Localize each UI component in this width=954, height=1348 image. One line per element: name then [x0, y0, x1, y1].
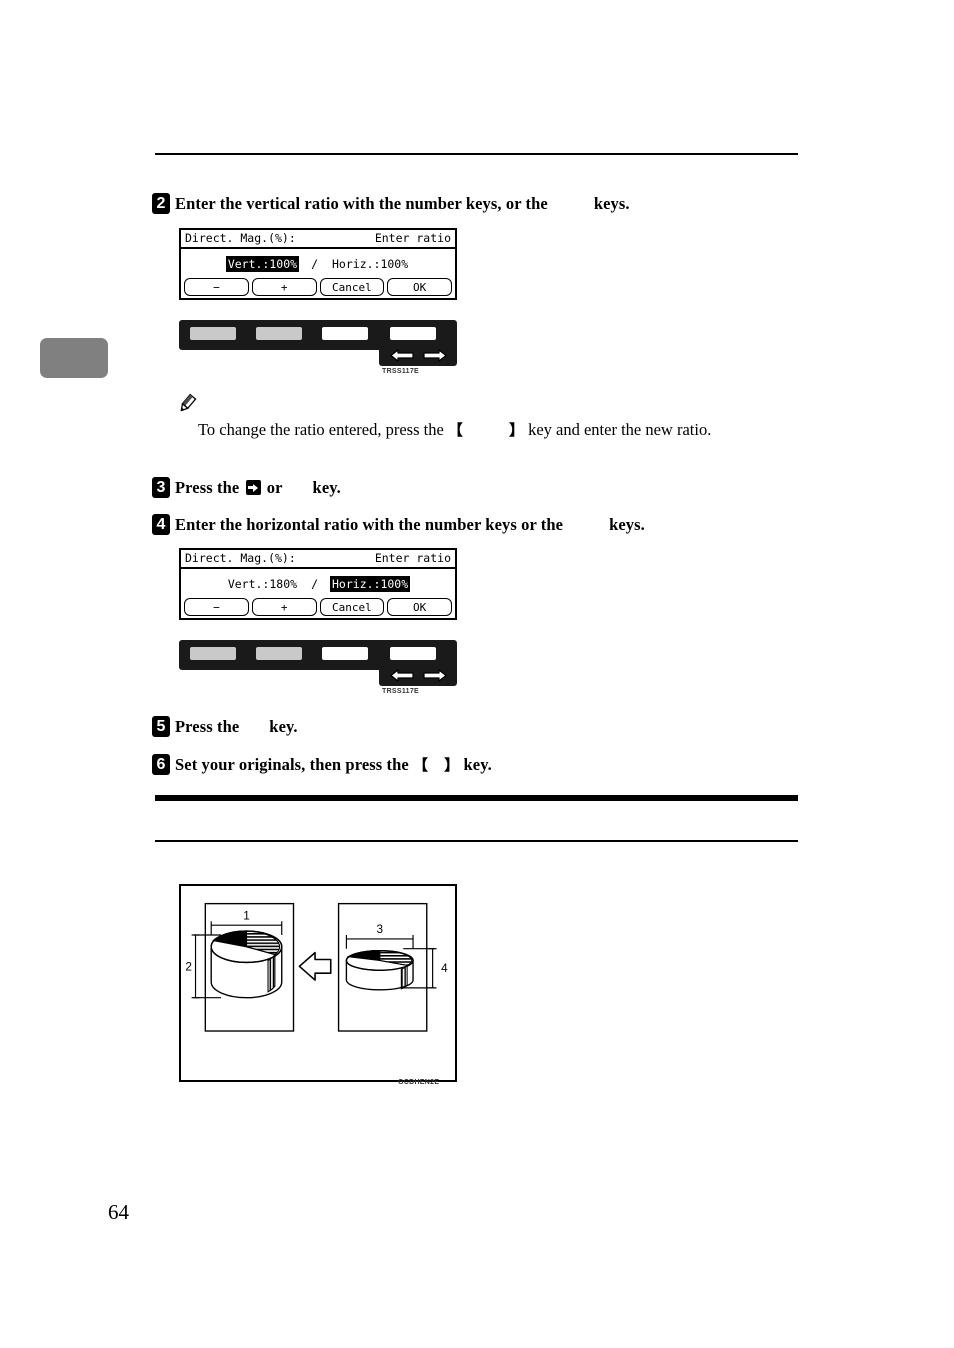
lcd-ok-button-step2[interactable]: OK [387, 278, 452, 296]
page-number: 64 [108, 1200, 129, 1224]
lcd-plus-button-step2[interactable]: + [251, 278, 317, 296]
lcd-title-right-step2: Enter ratio [374, 230, 451, 245]
lcd-vertical-ratio-field-step2[interactable]: Vert.:100% [225, 256, 300, 272]
dimension-4-label: 4 [441, 962, 448, 975]
lcd-vertical-ratio-field-step4[interactable]: Vert.:180% [226, 576, 299, 592]
step-3-text-before: Press the [175, 478, 240, 497]
arrow-left-icon[interactable] [389, 668, 415, 683]
reduced-pie-chart [345, 949, 414, 991]
keypad-caption-step2: TRSS117E [382, 368, 420, 375]
step-2: 2 Enter the vertical ratio with the numb… [152, 193, 630, 215]
note-bracket-close: 】 [508, 421, 524, 439]
lcd-title-bar-step2: Direct. Mag.(%): Enter ratio [181, 230, 455, 249]
step-6-text: Set your originals, then press the 【】 ke… [175, 754, 492, 776]
dimension-3-label: 3 [376, 923, 383, 936]
lcd-body-step2: Vert.:100% / Horiz.:100% [181, 249, 455, 279]
step-3-badge: 3 [152, 477, 170, 498]
illustration-caption: GCDHEN2E [398, 1079, 440, 1086]
lcd-title-left-step4: Direct. Mag.(%): [185, 550, 296, 565]
pencil-icon [176, 392, 198, 414]
lcd-horizontal-ratio-field-step4[interactable]: Horiz.:100% [330, 576, 411, 592]
lcd-separator-step4: / [311, 577, 318, 591]
dimension-2-label: 2 [185, 960, 192, 973]
step-4-text-before: Enter the horizontal ratio with the numb… [175, 515, 564, 534]
step-5-badge: 5 [152, 716, 170, 737]
lcd-button-row-step2: − + Cancel OK [181, 278, 455, 296]
step-6-bracket-open: 【 [413, 756, 429, 774]
lcd-minus-button-step2[interactable]: − [184, 278, 249, 296]
step-6: 6 Set your originals, then press the 【】 … [152, 754, 492, 776]
lcd-ok-button-step4[interactable]: OK [387, 598, 452, 616]
original-pie-chart [210, 930, 283, 999]
step-2-text-after: keys. [593, 194, 630, 213]
step-4-badge: 4 [152, 514, 170, 535]
keypad-key-1-step2[interactable] [190, 327, 236, 340]
step-6-text-after: key. [463, 755, 492, 774]
step-4: 4 Enter the horizontal ratio with the nu… [152, 514, 645, 536]
arrow-right-icon[interactable] [422, 668, 448, 683]
block-arrow-right-icon [298, 951, 332, 981]
step-5-text: Press the key. [175, 716, 298, 738]
keypad-key-2-step2[interactable] [256, 327, 302, 340]
keypad-key-2-step4[interactable] [256, 647, 302, 660]
lcd-plus-button-step4[interactable]: + [251, 598, 317, 616]
note-bracket-open: 【 [447, 421, 463, 439]
step-3-text-after: key. [312, 478, 341, 497]
step-2-text: Enter the vertical ratio with the number… [175, 193, 630, 215]
arrow-right-icon[interactable] [422, 348, 448, 363]
chapter-margin-tab [40, 338, 108, 378]
step-4-text-after: keys. [609, 515, 645, 534]
arrow-right-box-icon [245, 480, 261, 495]
note-body: To change the ratio entered, press the 【… [198, 418, 818, 442]
lcd-title-bar-step4: Direct. Mag.(%): Enter ratio [181, 550, 455, 569]
illustration-svg: 1 2 3 4 [185, 902, 448, 1032]
lcd-minus-button-step4[interactable]: − [184, 598, 249, 616]
step-5-text-after: key. [269, 717, 298, 736]
lcd-separator-step2: / [311, 257, 318, 271]
step-5-text-before: Press the [175, 717, 240, 736]
step-6-badge: 6 [152, 754, 170, 775]
keypad-graphic-step4: TRSS117E [179, 640, 457, 695]
keypad-key-3-step4[interactable] [322, 647, 368, 660]
lcd-cancel-button-step2[interactable]: Cancel [319, 278, 385, 296]
keypad-key-1-step4[interactable] [190, 647, 236, 660]
arrow-left-icon[interactable] [389, 348, 415, 363]
lcd-title-left-step2: Direct. Mag.(%): [185, 230, 296, 245]
illustration-frame: 1 2 3 4 [179, 884, 457, 1082]
top-divider-rule [155, 153, 798, 155]
keypad-key-4-step4[interactable] [390, 647, 436, 660]
step-3: 3 Press the or key. [152, 477, 341, 499]
note-text-before: To change the ratio entered, press the [198, 420, 444, 439]
section-end-thick-rule [155, 795, 798, 801]
step-4-text: Enter the horizontal ratio with the numb… [175, 514, 645, 536]
step-6-text-before: Set your originals, then press the [175, 755, 409, 774]
lcd-title-right-step4: Enter ratio [374, 550, 451, 565]
keypad-key-4-step2[interactable] [390, 327, 436, 340]
dimension-1-label: 1 [243, 909, 250, 922]
step-2-text-before: Enter the vertical ratio with the number… [175, 194, 548, 213]
lcd-panel-step2: Direct. Mag.(%): Enter ratio Vert.:100% … [179, 228, 457, 300]
lcd-panel-step4: Direct. Mag.(%): Enter ratio Vert.:180% … [179, 548, 457, 620]
lcd-horizontal-ratio-field-step2[interactable]: Horiz.:100% [330, 256, 410, 272]
step-3-text-mid: or [266, 478, 283, 497]
keypad-key-3-step2[interactable] [322, 327, 368, 340]
step-2-badge: 2 [152, 193, 170, 214]
note-text-after: key and enter the new ratio. [528, 420, 712, 439]
keypad-caption-step4: TRSS117E [382, 688, 420, 695]
lcd-button-row-step4: − + Cancel OK [181, 598, 455, 616]
step-5: 5 Press the key. [152, 716, 298, 738]
section-start-thin-rule [155, 840, 798, 842]
keypad-graphic-step2: TRSS117E [179, 320, 457, 375]
step-3-text: Press the or key. [175, 477, 341, 499]
lcd-body-step4: Vert.:180% / Horiz.:100% [181, 569, 455, 599]
lcd-cancel-button-step4[interactable]: Cancel [319, 598, 385, 616]
step-6-bracket-close: 】 [444, 756, 460, 774]
